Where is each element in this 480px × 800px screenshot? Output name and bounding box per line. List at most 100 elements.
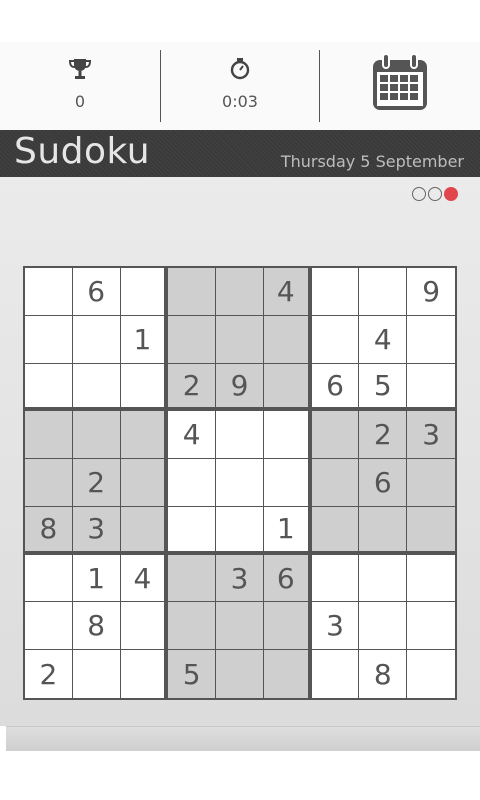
calendar-button[interactable] [320,42,480,130]
sudoku-cell[interactable]: 8 [25,506,73,555]
stats-bar: 0 0:03 [0,42,480,130]
sudoku-grid: 64914296542326831143683258 [23,266,457,700]
sudoku-cell[interactable] [216,268,264,316]
sudoku-cell[interactable]: 2 [359,411,408,460]
sudoku-cell[interactable]: 4 [168,411,217,460]
sudoku-cell[interactable] [25,315,73,364]
sudoku-cell[interactable] [263,411,312,460]
sudoku-cell[interactable]: 8 [359,650,408,698]
sudoku-cell[interactable] [311,650,360,698]
sudoku-cell[interactable]: 4 [120,554,169,603]
sudoku-cell[interactable] [359,602,408,651]
sudoku-cell[interactable] [216,650,264,698]
title-bar: Sudoku Thursday 5 September [0,130,480,177]
page-title: Sudoku [14,131,151,172]
sudoku-cell[interactable] [120,506,169,555]
difficulty-dot [444,187,458,201]
timer: 0:03 [160,42,320,130]
difficulty-indicator [410,187,458,203]
sudoku-cell[interactable]: 2 [168,363,217,412]
bottom-tray [6,726,480,751]
sudoku-cell[interactable] [263,459,312,507]
sudoku-cell[interactable]: 5 [168,650,217,698]
sudoku-cell[interactable]: 4 [359,315,408,364]
sudoku-cell[interactable]: 1 [263,506,312,555]
sudoku-cell[interactable] [359,554,408,603]
sudoku-cell[interactable] [168,459,217,507]
sudoku-cell[interactable] [311,315,360,364]
sudoku-cell[interactable] [407,554,455,603]
sudoku-cell[interactable] [311,268,360,316]
sudoku-cell[interactable]: 6 [263,554,312,603]
sudoku-cell[interactable] [72,363,121,412]
sudoku-cell[interactable]: 9 [216,363,264,412]
sudoku-cell[interactable] [168,268,217,316]
sudoku-cell[interactable] [311,554,360,603]
calendar-icon[interactable] [371,52,429,116]
best-score-value: 0 [74,92,86,111]
sudoku-cell[interactable] [311,459,360,507]
sudoku-cell[interactable] [407,315,455,364]
sudoku-cell[interactable] [72,315,121,364]
sudoku-cell[interactable] [25,363,73,412]
sudoku-cell[interactable]: 3 [311,602,360,651]
sudoku-cell[interactable] [407,602,455,651]
sudoku-cell[interactable]: 3 [72,506,121,555]
sudoku-cell[interactable] [168,602,217,651]
sudoku-cell[interactable]: 5 [359,363,408,412]
sudoku-cell[interactable] [25,554,73,603]
sudoku-cell[interactable] [25,411,73,460]
sudoku-cell[interactable] [407,506,455,555]
sudoku-cell[interactable] [263,363,312,412]
difficulty-dot [428,187,442,201]
sudoku-cell[interactable]: 1 [72,554,121,603]
sudoku-cell[interactable] [25,459,73,507]
sudoku-cell[interactable] [407,363,455,412]
sudoku-cell[interactable] [120,650,169,698]
sudoku-cell[interactable] [216,411,264,460]
sudoku-cell[interactable] [311,411,360,460]
difficulty-dot [412,187,426,201]
trophy-icon [66,56,94,86]
sudoku-cell[interactable]: 6 [311,363,360,412]
sudoku-cell[interactable]: 2 [72,459,121,507]
sudoku-cell[interactable] [311,506,360,555]
sudoku-cell[interactable]: 2 [25,650,73,698]
stopwatch-icon [227,56,253,86]
sudoku-cell[interactable] [120,602,169,651]
sudoku-cell[interactable] [216,602,264,651]
sudoku-cell[interactable]: 6 [359,459,408,507]
best-score: 0 [0,42,160,130]
sudoku-cell[interactable] [263,650,312,698]
sudoku-cell[interactable]: 9 [407,268,455,316]
sudoku-cell[interactable] [25,268,73,316]
game-area: 64914296542326831143683258 [0,177,480,726]
sudoku-cell[interactable]: 8 [72,602,121,651]
sudoku-cell[interactable] [120,411,169,460]
sudoku-cell[interactable] [407,650,455,698]
sudoku-cell[interactable] [168,315,217,364]
sudoku-cell[interactable]: 1 [120,315,169,364]
sudoku-cell[interactable] [72,650,121,698]
sudoku-cell[interactable] [216,506,264,555]
sudoku-cell[interactable] [263,602,312,651]
sudoku-cell[interactable] [72,411,121,460]
sudoku-cell[interactable] [359,268,408,316]
sudoku-cell[interactable] [359,506,408,555]
sudoku-cell[interactable]: 6 [72,268,121,316]
puzzle-date: Thursday 5 September [280,152,464,171]
sudoku-cell[interactable] [168,554,217,603]
sudoku-cell[interactable] [25,602,73,651]
sudoku-cell[interactable] [263,315,312,364]
sudoku-cell[interactable]: 4 [263,268,312,316]
sudoku-cell[interactable]: 3 [216,554,264,603]
sudoku-cell[interactable] [168,506,217,555]
sudoku-cell[interactable] [120,268,169,316]
sudoku-cell[interactable] [120,459,169,507]
sudoku-cell[interactable] [120,363,169,412]
sudoku-cell[interactable] [216,315,264,364]
footer [0,726,480,800]
sudoku-cell[interactable] [407,459,455,507]
sudoku-cell[interactable] [216,459,264,507]
sudoku-cell[interactable]: 3 [407,411,455,460]
